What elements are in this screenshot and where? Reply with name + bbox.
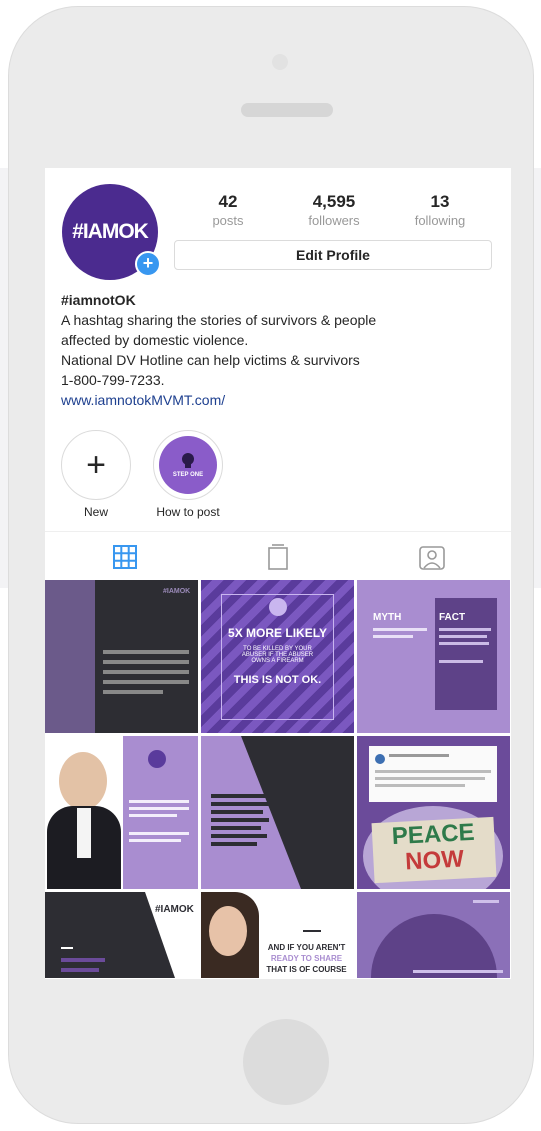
post-hashtag: #IAMOK bbox=[155, 904, 194, 915]
followers-label: followers bbox=[308, 213, 360, 228]
followers-value: 4,595 bbox=[312, 192, 356, 211]
post-tile[interactable]: #IAMOK bbox=[45, 892, 198, 978]
highlight-badge: STEP ONE bbox=[172, 472, 204, 478]
igtv-icon bbox=[268, 544, 288, 570]
grid-icon bbox=[113, 545, 137, 569]
post-tile[interactable] bbox=[45, 736, 198, 889]
bio-line: National DV Hotline can help victims & s… bbox=[61, 352, 360, 368]
posts-count[interactable]: 42 posts bbox=[183, 192, 273, 228]
post-tile[interactable]: MYTH FACT bbox=[357, 580, 510, 733]
highlight-label: How to post bbox=[156, 505, 220, 519]
post-text: THIS IS NOT OK. bbox=[233, 674, 322, 686]
website-link[interactable]: www.iamnotokMVMT.com/ bbox=[61, 390, 501, 410]
post-hashtag: #IAMOK bbox=[163, 588, 191, 595]
profile-name: #iamnotOK bbox=[61, 292, 136, 308]
following-count[interactable]: 13 following bbox=[395, 192, 485, 228]
bio-line: A hashtag sharing the stories of survivo… bbox=[61, 312, 377, 328]
post-tile[interactable]: AND IF YOU AREN'T READY TO SHARE THAT IS… bbox=[201, 892, 354, 978]
tagged-icon bbox=[419, 546, 445, 570]
edit-profile-button[interactable]: Edit Profile bbox=[174, 240, 492, 270]
bio-line: affected by domestic violence. bbox=[61, 332, 249, 348]
camera-icon bbox=[272, 54, 288, 70]
sign-text: NOW bbox=[404, 845, 465, 876]
post-text: THAT IS OF COURSE bbox=[266, 965, 347, 974]
post-tile[interactable] bbox=[201, 736, 354, 889]
post-text: 5X MORE LIKELY bbox=[228, 626, 327, 640]
highlight-label: New bbox=[83, 505, 108, 519]
home-button[interactable] bbox=[243, 1019, 329, 1105]
post-tile[interactable]: PEACE NOW bbox=[357, 736, 510, 889]
highlight-how-to-post[interactable]: STEP ONE How to post bbox=[152, 430, 224, 519]
tagged-tab[interactable] bbox=[419, 544, 445, 570]
lightbulb-icon bbox=[182, 453, 194, 468]
post-text: AND IF YOU AREN'T bbox=[267, 943, 346, 952]
post-text: READY TO SHARE bbox=[270, 954, 343, 963]
avatar-text: #IAMOK bbox=[72, 220, 149, 243]
posts-value: 42 bbox=[218, 192, 238, 211]
profile-tabs bbox=[45, 531, 511, 578]
protest-sign: PEACE NOW bbox=[371, 816, 497, 884]
followers-count[interactable]: 4,595 followers bbox=[289, 192, 379, 228]
post-text: OWNS A FIREARM bbox=[251, 658, 304, 664]
highlight-cover: STEP ONE bbox=[159, 436, 217, 494]
plus-icon: + bbox=[86, 446, 106, 484]
bio-line: 1-800-799-7233. bbox=[61, 372, 165, 388]
grid-tab[interactable] bbox=[112, 544, 138, 570]
posts-label: posts bbox=[212, 213, 244, 228]
bio: #iamnotOK A hashtag sharing the stories … bbox=[61, 290, 501, 410]
add-story-button[interactable]: + bbox=[135, 251, 161, 277]
post-tile[interactable]: #IAMOK bbox=[45, 580, 198, 733]
profile-screen: #IAMOK + 42 posts 4,595 followers 13 fol… bbox=[45, 168, 511, 979]
following-label: following bbox=[414, 213, 466, 228]
speaker-grille bbox=[241, 103, 333, 117]
post-tile[interactable] bbox=[357, 892, 510, 978]
highlight-ring: STEP ONE bbox=[153, 430, 223, 500]
post-myth: MYTH bbox=[373, 612, 402, 623]
highlight-ring: + bbox=[61, 430, 131, 500]
igtv-tab[interactable] bbox=[265, 544, 291, 570]
post-tile[interactable]: 5X MORE LIKELY TO BE KILLED BY YOUR ABUS… bbox=[201, 580, 354, 733]
highlight-new[interactable]: + New bbox=[60, 430, 132, 519]
post-fact: FACT bbox=[439, 612, 466, 623]
following-value: 13 bbox=[430, 192, 450, 211]
